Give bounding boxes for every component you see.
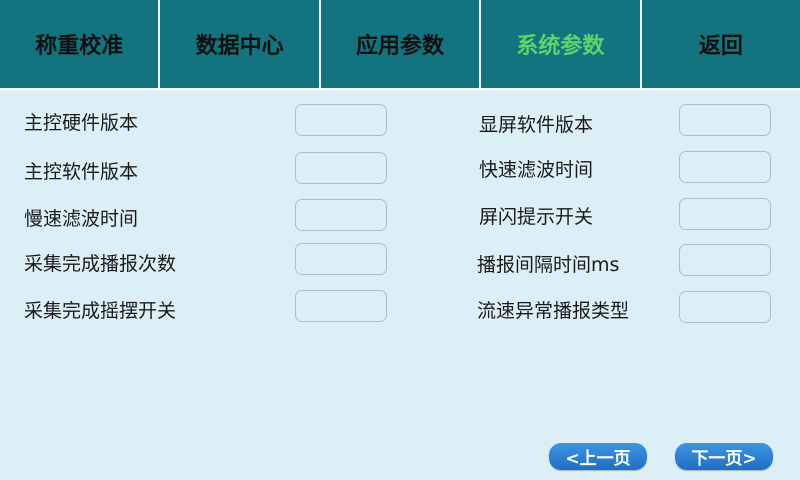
param-label: 播报间隔时间ms [477, 254, 620, 276]
tab-back[interactable]: 返回 [642, 0, 800, 88]
param-label: 主控软件版本 [24, 161, 139, 183]
next-page-button[interactable]: 下一页> [675, 443, 773, 470]
param-value-field[interactable] [679, 198, 771, 230]
tab-application-params[interactable]: 应用参数 [321, 0, 482, 88]
param-value-field[interactable] [679, 104, 771, 136]
system-params-panel: 主控硬件版本 主控软件版本 慢速滤波时间 采集完成播报次数 采集完成摇摆开关 显… [0, 88, 800, 480]
param-label: 采集完成播报次数 [24, 253, 177, 275]
param-value-field[interactable] [295, 104, 387, 136]
param-label: 慢速滤波时间 [24, 208, 139, 230]
param-label: 流速异常播报类型 [477, 300, 630, 322]
prev-page-button[interactable]: <上一页 [549, 443, 647, 470]
param-label: 显屏软件版本 [479, 114, 594, 136]
param-label: 快速滤波时间 [479, 159, 594, 181]
tab-weighing-calibration[interactable]: 称重校准 [0, 0, 161, 88]
param-value-field[interactable] [295, 290, 387, 322]
param-value-field[interactable] [295, 199, 387, 231]
param-label: 主控硬件版本 [24, 112, 139, 134]
param-label: 屏闪提示开关 [479, 206, 594, 228]
tab-system-params[interactable]: 系统参数 [481, 0, 642, 88]
top-tab-bar: 称重校准 数据中心 应用参数 系统参数 返回 [0, 0, 800, 88]
param-label: 采集完成摇摆开关 [24, 300, 177, 322]
param-value-field[interactable] [679, 291, 771, 323]
param-value-field[interactable] [679, 151, 771, 183]
tab-data-center[interactable]: 数据中心 [160, 0, 321, 88]
param-value-field[interactable] [295, 152, 387, 184]
param-value-field[interactable] [679, 244, 771, 276]
param-value-field[interactable] [295, 243, 387, 275]
